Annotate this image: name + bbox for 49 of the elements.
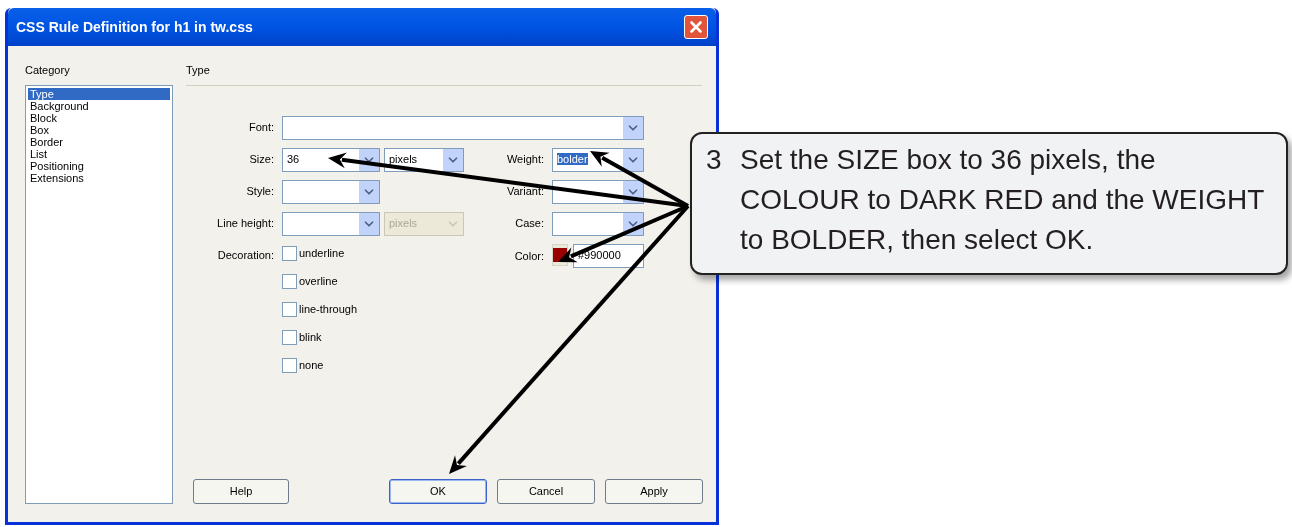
style-dropdown[interactable] xyxy=(282,179,380,204)
close-icon xyxy=(687,18,705,36)
checkbox[interactable] xyxy=(282,246,297,261)
chevron-down-icon xyxy=(623,116,643,139)
checkbox[interactable] xyxy=(282,274,297,289)
help-button[interactable]: Help xyxy=(193,479,289,504)
category-item[interactable]: Box xyxy=(28,123,170,136)
case-label: Case: xyxy=(514,216,545,232)
checkbox-label: line-through xyxy=(299,302,358,318)
chevron-down-icon xyxy=(623,148,643,171)
chevron-down-icon xyxy=(359,212,379,235)
size-label: Size: xyxy=(248,152,275,168)
variant-label: Variant: xyxy=(505,184,545,200)
checkbox[interactable] xyxy=(282,358,297,373)
dialog-button[interactable]: Apply xyxy=(605,479,703,504)
chevron-down-icon xyxy=(443,148,463,171)
style-label: Style: xyxy=(245,184,275,200)
category-item[interactable]: Border xyxy=(28,135,170,148)
dialog-button[interactable]: Cancel xyxy=(497,479,595,504)
category-item[interactable]: Background xyxy=(28,99,170,112)
category-item[interactable]: Positioning xyxy=(28,159,170,172)
panel-title: Type xyxy=(186,63,211,78)
category-item[interactable]: Type xyxy=(28,87,170,100)
checkbox-label: none xyxy=(299,358,324,374)
case-dropdown[interactable] xyxy=(552,211,644,236)
category-item[interactable]: Extensions xyxy=(28,171,170,184)
line-height-label: Line height: xyxy=(216,216,275,232)
window-title: CSS Rule Definition for h1 in tw.css xyxy=(16,17,253,37)
unit-dropdown[interactable]: pixels xyxy=(384,147,464,172)
category-item[interactable]: Block xyxy=(28,111,170,124)
chevron-down-icon xyxy=(359,180,379,203)
line-height-dropdown[interactable] xyxy=(282,211,380,236)
color-label: Color: xyxy=(513,248,545,264)
checkbox[interactable] xyxy=(282,330,297,345)
category-label: Category xyxy=(25,63,71,78)
checkbox-label: underline xyxy=(299,246,345,262)
checkbox[interactable] xyxy=(282,302,297,317)
category-item[interactable]: List xyxy=(28,147,170,160)
dialog-button[interactable]: OK xyxy=(389,479,487,504)
font-dropdown[interactable] xyxy=(282,115,644,140)
step-number: 3 xyxy=(706,143,723,177)
decoration-label: Decoration: xyxy=(216,247,275,263)
checkbox-label: overline xyxy=(299,274,338,290)
weight-label: Weight: xyxy=(505,152,545,168)
weight-dropdown[interactable]: bolder xyxy=(552,147,644,172)
font-label: Font: xyxy=(247,120,275,136)
checkbox-label: blink xyxy=(299,330,322,346)
callout-text: Set the SIZE box to 36 pixels, the COLOUR to DARK RED and the WEIGHT to BOLDER, then select OK. xyxy=(740,143,1265,257)
close-button[interactable] xyxy=(684,15,708,39)
